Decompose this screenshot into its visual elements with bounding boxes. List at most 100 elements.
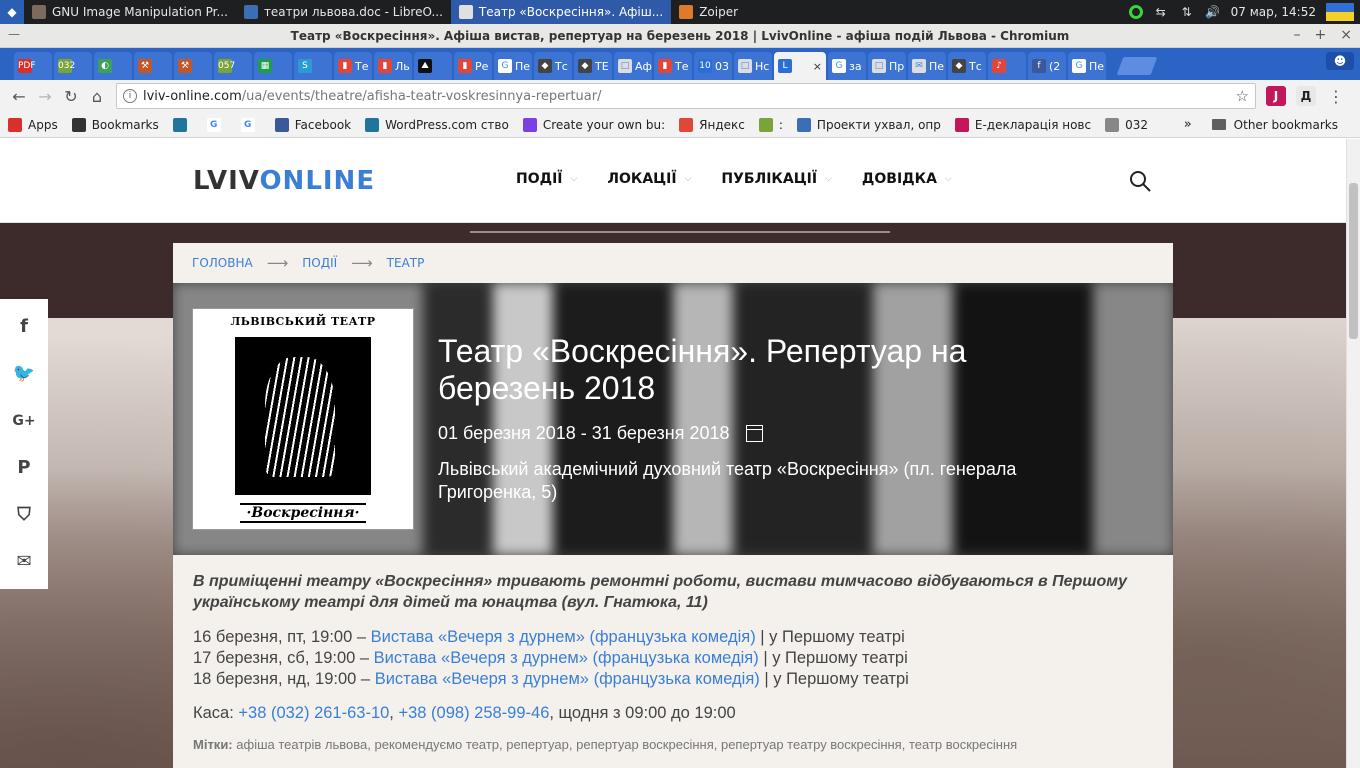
scrollbar-thumb[interactable]: [1349, 183, 1358, 339]
calendar-icon[interactable]: [745, 425, 763, 442]
status-ring-icon[interactable]: [1128, 5, 1143, 19]
browser-tab[interactable]: ▮ Те: [654, 52, 692, 80]
breadcrumb-theatre[interactable]: ТЕАТР: [387, 256, 425, 270]
breadcrumb-home[interactable]: ГОЛОВНА: [192, 256, 253, 270]
browser-tab[interactable]: G Пе: [494, 52, 532, 80]
browser-tab[interactable]: ▮ Ль: [374, 52, 412, 80]
browser-tab[interactable]: ▮ Те: [334, 52, 372, 80]
maximize-button[interactable]: +: [1315, 27, 1327, 43]
browser-tab[interactable]: f (2: [1028, 52, 1066, 80]
bookmark-item[interactable]: Apps: [8, 117, 58, 132]
menu-item[interactable]: ПУБЛІКАЦІЇ ⌵: [721, 171, 832, 187]
tag-link[interactable]: афіша театрів львова: [236, 737, 367, 752]
page-scrollbar[interactable]: [1346, 139, 1360, 768]
browser-tab[interactable]: ⚒: [174, 52, 212, 80]
browser-tab[interactable]: S: [294, 52, 332, 80]
extension-icon[interactable]: J: [1266, 86, 1286, 106]
bookmark-item[interactable]: Проекти ухвал, опр: [796, 117, 941, 132]
tag-link[interactable]: театр воскресіння: [909, 737, 1017, 752]
browser-tab[interactable]: ▮ Ре: [454, 52, 492, 80]
bookmark-item[interactable]: Facebook: [274, 117, 351, 132]
browser-tab[interactable]: ◆ Тс: [534, 52, 572, 80]
browser-tab[interactable]: G Пе: [1068, 52, 1106, 80]
pinterest-icon[interactable]: P: [12, 456, 36, 480]
keyboard-layout-flag-icon[interactable]: [1326, 3, 1354, 21]
bookmark-item[interactable]: G: [206, 117, 227, 132]
other-bookmarks-folder[interactable]: Other bookmarks: [1211, 118, 1338, 132]
start-menu-icon[interactable]: ◆: [0, 0, 24, 24]
browser-tab[interactable]: ⚒: [134, 52, 172, 80]
forward-button[interactable]: →: [32, 83, 58, 109]
window-menu-icon[interactable]: —: [8, 27, 20, 41]
event-poster[interactable]: ЛЬВІВСЬКИЙ ТЕАТР ·Воскресіння·: [192, 308, 414, 530]
taskbar-item[interactable]: GNU Image Manipulation Pr...: [24, 0, 236, 24]
back-button[interactable]: ←: [6, 83, 32, 109]
volume-icon[interactable]: 🔊: [1205, 5, 1221, 19]
taskbar-item[interactable]: театри львова.doc - LibreO...: [236, 0, 451, 24]
address-bar[interactable]: i lviv-online.com/ua/events/theatre/afis…: [116, 83, 1256, 109]
browser-tab[interactable]: ◆ Тс: [948, 52, 986, 80]
browser-tab[interactable]: 10 03: [694, 52, 732, 80]
browser-tab[interactable]: ♪: [988, 52, 1026, 80]
breadcrumb-events[interactable]: ПОДІЇ: [302, 256, 337, 270]
browser-tab[interactable]: 032: [54, 52, 92, 80]
site-logo[interactable]: LVIVONLINE: [193, 166, 375, 196]
tag-link[interactable]: репертуар театру воскресіння: [721, 737, 902, 752]
browser-tab[interactable]: ◆ ТЕ: [574, 52, 612, 80]
show-link[interactable]: Вистава «Вечеря з дурнем» (французька ко…: [374, 649, 759, 667]
new-tab-button[interactable]: [1116, 57, 1158, 75]
bookmark-item[interactable]: [172, 117, 193, 132]
email-icon[interactable]: ✉: [12, 550, 36, 574]
minimize-button[interactable]: –: [1294, 27, 1301, 43]
site-info-icon[interactable]: i: [123, 89, 137, 103]
tag-link[interactable]: репертуар: [506, 737, 569, 752]
twitter-icon[interactable]: 🐦: [12, 362, 36, 386]
bookmark-item[interactable]: Яндекс: [679, 117, 745, 132]
show-link[interactable]: Вистава «Вечеря з дурнем» (французька ко…: [371, 628, 756, 646]
browser-tab[interactable]: Gза: [828, 52, 866, 80]
bookmark-item[interactable]: Bookmarks: [71, 117, 159, 132]
pocket-icon[interactable]: ⛉: [12, 503, 36, 527]
facebook-icon[interactable]: f: [12, 315, 36, 339]
taskbar-item[interactable]: Zoiper: [671, 0, 746, 24]
bookmark-star-icon[interactable]: ☆: [1236, 87, 1249, 105]
profile-icon[interactable]: ☻: [1326, 52, 1354, 70]
tag-link[interactable]: репертуар воскресіння: [576, 737, 714, 752]
more-bookmarks-button[interactable]: »: [1184, 117, 1192, 132]
browser-tab[interactable]: PDF: [14, 52, 52, 80]
menu-item[interactable]: ЛОКАЦІЇ ⌵: [607, 171, 691, 187]
tag-link[interactable]: рекомендуємо театр: [375, 737, 500, 752]
close-window-button[interactable]: ×: [1340, 27, 1352, 43]
bookmark-item[interactable]: WordPress.com ство: [365, 117, 509, 132]
reload-button[interactable]: ↻: [58, 83, 84, 109]
show-link[interactable]: Вистава «Вечеря з дурнем» (французька ко…: [375, 670, 760, 688]
bookmark-item[interactable]: 032: [1105, 117, 1148, 132]
menu-item[interactable]: ПОДІЇ ⌵: [516, 171, 577, 187]
search-icon[interactable]: [1128, 169, 1152, 193]
browser-tab[interactable]: ◐: [94, 52, 132, 80]
taskbar-item[interactable]: Театр «Воскресіння». Афіш...: [450, 0, 672, 24]
bookmark-item[interactable]: Create your own bu:: [522, 117, 665, 132]
browser-tab[interactable]: ✉ Пе: [908, 52, 946, 80]
phone-link-2[interactable]: +38 (098) 258-99-46: [398, 704, 549, 722]
bookmark-item[interactable]: Е-декларація новс: [954, 117, 1091, 132]
browser-tab[interactable]: 057: [214, 52, 252, 80]
browser-tab[interactable]: ▦: [254, 52, 292, 80]
home-button[interactable]: ⌂: [84, 83, 110, 109]
network-icon[interactable]: ⇆: [1153, 5, 1169, 19]
browser-tab[interactable]: □ Аф: [614, 52, 652, 80]
menu-item[interactable]: ДОВІДКА ⌵: [862, 171, 952, 187]
browser-tab[interactable]: □ Пр: [868, 52, 906, 80]
bookmark-item[interactable]: G: [240, 117, 261, 132]
browser-tab[interactable]: L ×: [774, 52, 826, 80]
browser-menu-icon[interactable]: ⋮: [1328, 87, 1344, 106]
transfer-icon[interactable]: ⇅: [1179, 5, 1195, 19]
tab-close-icon[interactable]: ×: [813, 60, 822, 73]
browser-tab[interactable]: ⛰: [414, 52, 452, 80]
browser-tab[interactable]: □ Нс: [734, 52, 772, 80]
extension-icon[interactable]: Д: [1296, 86, 1316, 106]
bookmark-item[interactable]: :: [758, 117, 783, 132]
clock[interactable]: 07 мар, 14:52: [1231, 5, 1316, 19]
google-plus-icon[interactable]: G+: [12, 409, 36, 433]
phone-link-1[interactable]: +38 (032) 261-63-10: [238, 704, 389, 722]
